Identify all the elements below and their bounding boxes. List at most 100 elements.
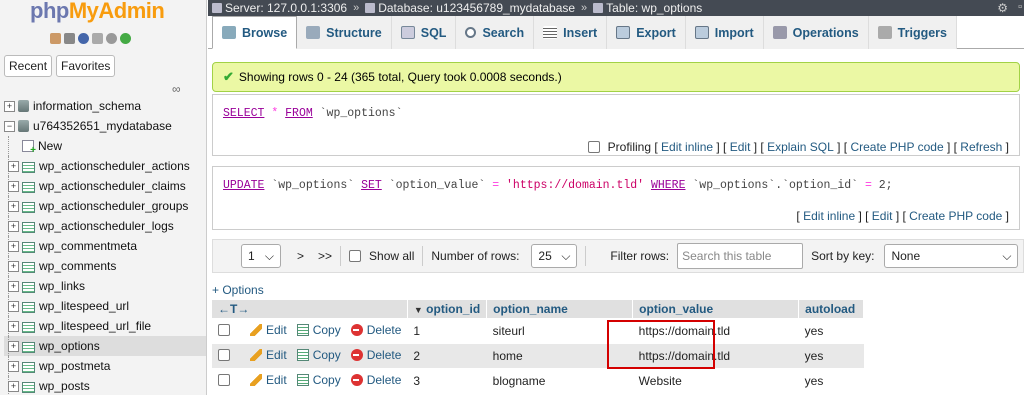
- link-with-main-panel-icon[interactable]: ∞: [172, 82, 181, 96]
- cell-option-id[interactable]: 1: [407, 317, 487, 343]
- sql-keyword[interactable]: FROM: [285, 107, 313, 120]
- profiling-checkbox[interactable]: [587, 141, 600, 153]
- cell-option-id[interactable]: 3: [407, 367, 487, 393]
- row-edit-button[interactable]: Edit: [250, 323, 287, 337]
- tree-table-item[interactable]: + wp_litespeed_url_file: [4, 316, 206, 336]
- last-page-button[interactable]: >>: [318, 249, 332, 263]
- tree-table-item[interactable]: + wp_comments: [4, 256, 206, 276]
- tab-import[interactable]: Import: [685, 16, 764, 49]
- row-delete-button[interactable]: Delete: [350, 373, 401, 387]
- edit-query-link[interactable]: Edit: [730, 140, 751, 154]
- expand-toggle-icon[interactable]: −: [4, 120, 15, 132]
- sql-docs-icon[interactable]: [92, 33, 103, 44]
- edit-inline-link[interactable]: Edit inline: [803, 209, 855, 223]
- expand-toggle-icon[interactable]: +: [8, 280, 19, 292]
- expand-toggle-icon[interactable]: +: [8, 360, 19, 372]
- cell-option-value[interactable]: Website: [632, 367, 799, 393]
- tree-table-item[interactable]: + wp_postmeta: [4, 356, 206, 376]
- cell-option-value[interactable]: https://domain.tld: [632, 342, 799, 368]
- row-edit-button[interactable]: Edit: [250, 348, 287, 362]
- expand-toggle-icon[interactable]: +: [8, 220, 19, 232]
- tree-database-item[interactable]: + information_schema: [4, 96, 206, 116]
- cell-option-name[interactable]: home: [486, 342, 633, 368]
- options-link[interactable]: + Options: [212, 283, 264, 297]
- settings-gear-icon[interactable]: ⚙: [997, 1, 1008, 15]
- cell-autoload[interactable]: yes: [798, 367, 864, 393]
- refresh-link[interactable]: Refresh: [960, 140, 1002, 154]
- column-header-option-name[interactable]: option_name: [486, 300, 634, 318]
- breadcrumb-database[interactable]: Database: u123456789_mydatabase: [365, 1, 575, 15]
- number-of-rows-select[interactable]: 25 ⌵: [531, 244, 578, 268]
- tree-table-item[interactable]: + wp_litespeed_url: [4, 296, 206, 316]
- cell-autoload[interactable]: yes: [798, 342, 864, 368]
- tree-table-item[interactable]: + wp_links: [4, 276, 206, 296]
- row-checkbox[interactable]: [218, 373, 230, 386]
- create-php-link[interactable]: Create PHP code: [850, 140, 943, 154]
- sql-keyword[interactable]: SET: [361, 179, 382, 192]
- tab-triggers[interactable]: Triggers: [868, 16, 957, 49]
- expand-toggle-icon[interactable]: +: [8, 240, 19, 252]
- recent-tab[interactable]: Recent: [4, 55, 53, 77]
- tab-export[interactable]: Export: [607, 16, 686, 49]
- cell-option-name[interactable]: siteurl: [486, 317, 633, 343]
- column-header-option-value[interactable]: option_value: [632, 300, 800, 318]
- show-all-checkbox[interactable]: [349, 250, 362, 262]
- breadcrumb-server[interactable]: Server: 127.0.0.1:3306: [212, 1, 347, 15]
- tree-table-item[interactable]: + wp_commentmeta: [4, 236, 206, 256]
- column-move-arrows[interactable]: ←T→: [212, 300, 408, 318]
- next-page-button[interactable]: >: [297, 249, 304, 263]
- tree-table-item[interactable]: + wp_actionscheduler_groups: [4, 196, 206, 216]
- favorites-tab[interactable]: Favorites: [56, 55, 116, 77]
- explain-sql-link[interactable]: Explain SQL: [767, 140, 834, 154]
- tab-operations[interactable]: Operations: [763, 16, 869, 49]
- row-delete-button[interactable]: Delete: [350, 323, 401, 337]
- tree-table-item[interactable]: + wp_options: [4, 336, 206, 356]
- expand-toggle-icon[interactable]: +: [8, 160, 19, 172]
- sql-keyword[interactable]: SELECT: [223, 107, 264, 120]
- create-php-link[interactable]: Create PHP code: [909, 209, 1002, 223]
- tree-table-item[interactable]: + wp_actionscheduler_claims: [4, 176, 206, 196]
- row-copy-button[interactable]: Copy: [296, 348, 341, 362]
- expand-toggle-icon[interactable]: +: [8, 200, 19, 212]
- settings-gear-icon[interactable]: [106, 33, 117, 44]
- cell-option-id[interactable]: 2: [407, 342, 487, 368]
- tab-structure[interactable]: Structure: [297, 16, 392, 49]
- docs-icon[interactable]: [78, 33, 89, 44]
- tab-insert[interactable]: Insert: [534, 16, 608, 49]
- collapse-icon[interactable]: ▫: [1018, 1, 1022, 13]
- cell-autoload[interactable]: yes: [798, 317, 864, 343]
- page-select[interactable]: 1 ⌵: [241, 244, 281, 268]
- tree-table-item[interactable]: + wp_actionscheduler_logs: [4, 216, 206, 236]
- sort-by-key-select[interactable]: None ⌵: [884, 244, 1019, 268]
- sql-keyword[interactable]: UPDATE: [223, 179, 264, 192]
- cell-option-value[interactable]: https://domain.tld: [632, 317, 799, 343]
- expand-toggle-icon[interactable]: +: [8, 340, 19, 352]
- tab-sql[interactable]: SQL: [391, 16, 457, 49]
- expand-toggle-icon[interactable]: +: [8, 300, 19, 312]
- reload-icon[interactable]: [120, 33, 131, 44]
- expand-toggle-icon[interactable]: +: [8, 260, 19, 272]
- row-checkbox[interactable]: [218, 348, 230, 361]
- row-edit-button[interactable]: Edit: [250, 373, 287, 387]
- filter-rows-input[interactable]: Search this table: [677, 243, 804, 269]
- cell-option-name[interactable]: blogname: [486, 367, 633, 393]
- tab-search[interactable]: Search: [456, 16, 535, 49]
- phpmyadmin-logo[interactable]: phpMyAdmin: [30, 0, 165, 24]
- row-checkbox[interactable]: [218, 323, 230, 336]
- row-delete-button[interactable]: Delete: [350, 348, 401, 362]
- expand-toggle-icon[interactable]: +: [4, 100, 15, 112]
- row-copy-button[interactable]: Copy: [296, 323, 341, 337]
- logout-icon[interactable]: [64, 33, 75, 44]
- expand-toggle-icon[interactable]: +: [8, 380, 19, 392]
- row-copy-button[interactable]: Copy: [296, 373, 341, 387]
- expand-toggle-icon[interactable]: +: [8, 180, 19, 192]
- tree-table-item[interactable]: + wp_actionscheduler_actions: [4, 156, 206, 176]
- expand-toggle-icon[interactable]: +: [8, 320, 19, 332]
- edit-query-link[interactable]: Edit: [872, 209, 893, 223]
- tab-browse[interactable]: Browse: [212, 16, 298, 49]
- breadcrumb-table[interactable]: Table: wp_options: [593, 1, 702, 15]
- tree-new-item[interactable]: New: [4, 136, 206, 156]
- tree-database-item[interactable]: − u764352651_mydatabase: [4, 116, 206, 136]
- sql-keyword[interactable]: WHERE: [651, 179, 686, 192]
- tree-table-item[interactable]: + wp_posts: [4, 376, 206, 395]
